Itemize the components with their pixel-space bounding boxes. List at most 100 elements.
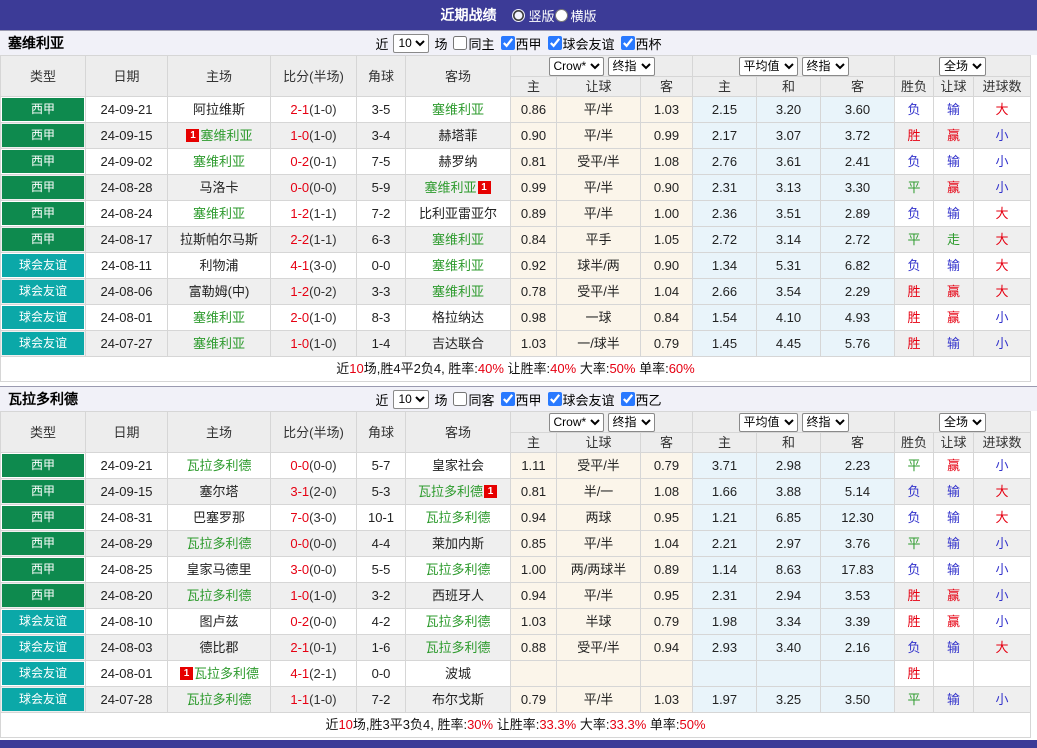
summary-stat-label: 单率: <box>646 717 679 732</box>
away-team-cell: 西班牙人 <box>406 583 511 609</box>
home-team-name[interactable]: 巴塞罗那 <box>193 510 245 525</box>
filter-option-2[interactable]: 球会友谊 <box>548 34 615 53</box>
match-date: 24-08-06 <box>86 279 168 305</box>
avg-source-select[interactable]: 平均值 <box>739 413 798 432</box>
league-type-cell: 西甲 <box>1 583 86 609</box>
home-team-name[interactable]: 阿拉维斯 <box>193 102 245 117</box>
away-team-name[interactable]: 波城 <box>445 666 471 681</box>
halftime-score: (0-2) <box>309 284 336 299</box>
away-team-name[interactable]: 瓦拉多利德 <box>425 510 490 525</box>
halftime-score: (1-1) <box>309 232 336 247</box>
odds-time-select[interactable]: 终指 <box>608 413 655 432</box>
avg-home-odds: 2.76 <box>693 149 757 175</box>
home-team-name[interactable]: 塞维利亚 <box>193 206 245 221</box>
home-team-name[interactable]: 皇家马德里 <box>186 562 251 577</box>
filter-checkbox-0[interactable] <box>453 392 467 406</box>
league-type-badge: 西甲 <box>2 506 84 529</box>
filter-checkbox-3[interactable] <box>621 392 635 406</box>
league-type-badge: 球会友谊 <box>2 280 84 303</box>
home-team-name[interactable]: 塞维利亚 <box>200 128 252 143</box>
away-team-name[interactable]: 塞维利亚 <box>432 232 484 247</box>
filter-checkbox-1[interactable] <box>501 392 515 406</box>
odds-col-header-8: 进球数 <box>974 77 1031 97</box>
away-team-name[interactable]: 瓦拉多利德 <box>425 562 490 577</box>
away-team-name[interactable]: 赫罗纳 <box>438 154 477 169</box>
odds-source-select[interactable]: Crow* <box>549 57 604 76</box>
away-team-name[interactable]: 莱加内斯 <box>432 536 484 551</box>
result-winloss: 负 <box>895 201 934 227</box>
home-team-name[interactable]: 塞维利亚 <box>193 336 245 351</box>
recent-count-select[interactable]: 10 <box>393 34 429 53</box>
filter-checkbox-3[interactable] <box>621 36 635 50</box>
home-team-name[interactable]: 塞尔塔 <box>199 484 238 499</box>
home-team-name[interactable]: 拉斯帕尔马斯 <box>180 232 258 247</box>
home-team-name[interactable]: 瓦拉多利德 <box>186 536 251 551</box>
filter-checkbox-2[interactable] <box>548 392 562 406</box>
away-team-name[interactable]: 皇家社会 <box>432 458 484 473</box>
fulltime-score: 0-2 <box>290 154 309 169</box>
home-team-name[interactable]: 塞维利亚 <box>193 154 245 169</box>
view-option-1[interactable]: 横版 <box>555 6 597 25</box>
away-team-name[interactable]: 西班牙人 <box>432 588 484 603</box>
view-radio-0[interactable] <box>512 9 525 22</box>
away-team-cell: 瓦拉多利德 <box>406 557 511 583</box>
away-team-name[interactable]: 瓦拉多利德 <box>418 484 483 499</box>
home-team-name[interactable]: 马洛卡 <box>199 180 238 195</box>
away-team-name[interactable]: 塞维利亚 <box>424 180 476 195</box>
filter-label: 球会友谊 <box>563 34 615 53</box>
filter-option-0[interactable]: 同客 <box>453 390 494 409</box>
away-team-name[interactable]: 赫塔菲 <box>438 128 477 143</box>
summary-text: 近10场,胜4平2负4, 胜率:40% 让胜率:40% 大率:50% 单率:60… <box>1 357 1031 382</box>
avg-time-select[interactable]: 终指 <box>802 413 849 432</box>
away-team-name[interactable]: 塞维利亚 <box>432 284 484 299</box>
score-cell: 2-1(0-1) <box>271 635 357 661</box>
odds-source-select[interactable]: Crow* <box>549 413 604 432</box>
filter-option-2[interactable]: 球会友谊 <box>548 390 615 409</box>
away-team-name[interactable]: 比利亚雷亚尔 <box>419 206 497 221</box>
home-team-name[interactable]: 利物浦 <box>199 258 238 273</box>
view-radio-1[interactable] <box>555 9 568 22</box>
home-team-name[interactable]: 富勒姆(中) <box>189 284 250 299</box>
filter-option-1[interactable]: 西甲 <box>501 390 542 409</box>
home-team-name[interactable]: 图卢兹 <box>199 614 238 629</box>
avg-home-odds: 1.97 <box>693 687 757 713</box>
avg-source-select[interactable]: 平均值 <box>739 57 798 76</box>
league-type-cell: 球会友谊 <box>1 609 86 635</box>
filter-option-3[interactable]: 西杯 <box>621 34 662 53</box>
home-team-name[interactable]: 瓦拉多利德 <box>194 666 259 681</box>
score-cell: 4-1(2-1) <box>271 661 357 687</box>
home-team-name[interactable]: 瓦拉多利德 <box>186 458 251 473</box>
view-option-0[interactable]: 竖版 <box>512 6 554 25</box>
odds-time-select[interactable]: 终指 <box>608 57 655 76</box>
filter-option-3[interactable]: 西乙 <box>621 390 662 409</box>
away-team-name[interactable]: 吉达联合 <box>432 336 484 351</box>
home-team-name[interactable]: 塞维利亚 <box>193 310 245 325</box>
match-date: 24-08-01 <box>86 305 168 331</box>
home-team-name[interactable]: 瓦拉多利德 <box>186 692 251 707</box>
filter-checkbox-2[interactable] <box>548 36 562 50</box>
filter-checkbox-1[interactable] <box>501 36 515 50</box>
home-team-name[interactable]: 瓦拉多利德 <box>186 588 251 603</box>
filter-option-0[interactable]: 同主 <box>453 34 494 53</box>
filter-checkbox-0[interactable] <box>453 36 467 50</box>
scope-select[interactable]: 全场 <box>939 413 986 432</box>
away-team-name[interactable]: 格拉纳达 <box>432 310 484 325</box>
away-team-name[interactable]: 瓦拉多利德 <box>425 614 490 629</box>
fulltime-score: 0-0 <box>290 458 309 473</box>
summary-stat-label: 让胜率: <box>493 717 539 732</box>
crown-handicap: 受平/半 <box>557 453 641 479</box>
avg-time-select[interactable]: 终指 <box>802 57 849 76</box>
away-team-name[interactable]: 瓦拉多利德 <box>425 640 490 655</box>
away-team-name[interactable]: 塞维利亚 <box>432 258 484 273</box>
recent-count-select[interactable]: 10 <box>393 390 429 409</box>
scope-select[interactable]: 全场 <box>939 57 986 76</box>
filter-option-1[interactable]: 西甲 <box>501 34 542 53</box>
fulltime-score: 0-2 <box>290 614 309 629</box>
away-team-name[interactable]: 布尔戈斯 <box>432 692 484 707</box>
home-team-name[interactable]: 德比郡 <box>199 640 238 655</box>
away-team-name[interactable]: 塞维利亚 <box>432 102 484 117</box>
league-type-badge: 西甲 <box>2 124 84 147</box>
avg-home-odds: 2.17 <box>693 123 757 149</box>
fulltime-score: 2-0 <box>290 310 309 325</box>
odds-col-header-6: 胜负 <box>895 433 934 453</box>
